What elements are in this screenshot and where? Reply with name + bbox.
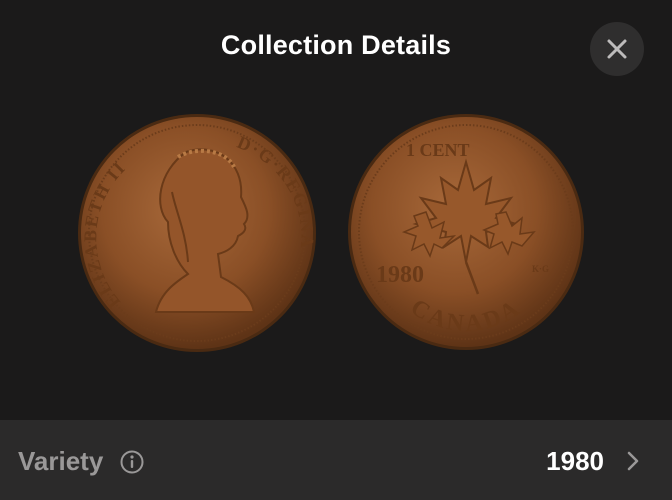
header: Collection Details [0,0,672,100]
coin-obverse-image: ELIZABETH II D·G·REGINA [78,114,316,352]
close-button[interactable] [590,22,644,76]
info-icon[interactable] [120,450,144,474]
reverse-denomination: 1 CENT [406,140,470,160]
coin-images: ELIZABETH II D·G·REGINA 1 CENT 1980 K·G … [0,100,672,420]
coin-reverse-image: 1 CENT 1980 K·G CANADA [348,114,584,350]
chevron-right-icon [627,451,639,471]
reverse-initials: K·G [532,264,549,274]
close-icon [607,39,627,59]
reverse-year: 1980 [376,262,424,288]
page-title: Collection Details [220,30,452,60]
variety-value: 1980 [546,446,604,476]
variety-label: Variety [18,446,104,476]
variety-row[interactable]: Variety 1980 [0,420,672,500]
